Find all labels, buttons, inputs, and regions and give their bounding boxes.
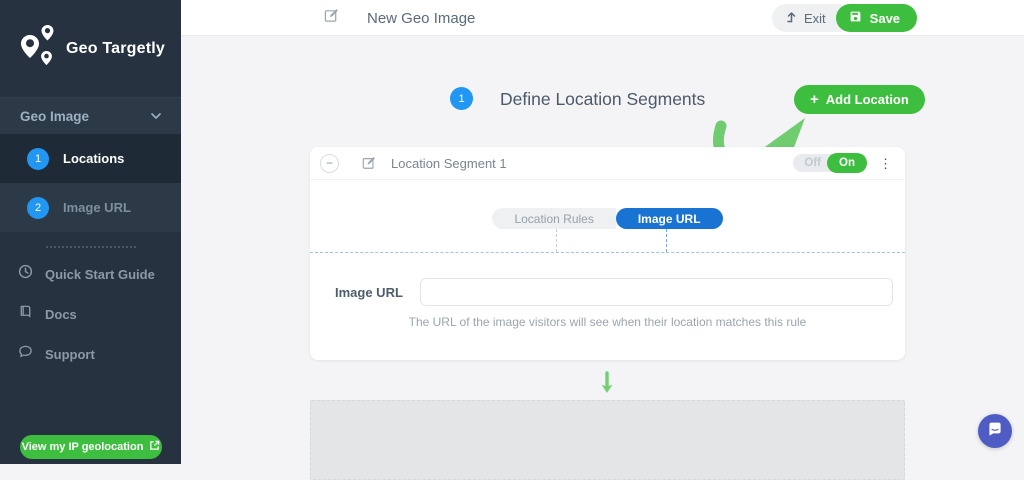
clock-icon (18, 264, 33, 284)
top-header: New Geo Image Exit Save (181, 0, 1024, 36)
sidebar-item-locations[interactable]: 1 Locations (0, 134, 181, 183)
chevron-down-icon (151, 107, 161, 125)
save-floppy-icon (849, 10, 862, 26)
sidebar-item-quick-start-guide[interactable]: Quick Start Guide (0, 254, 181, 294)
book-icon (18, 304, 33, 324)
sidebar-item-label: Locations (63, 151, 125, 166)
exit-button[interactable]: Exit (772, 4, 842, 32)
sidebar-item-image-url[interactable]: 2 Image URL (0, 183, 181, 232)
section-heading: Define Location Segments (500, 89, 706, 109)
edit-segment-icon[interactable] (362, 156, 376, 170)
toggle-on-option[interactable]: On (827, 153, 867, 173)
sidebar-item-label: Docs (45, 306, 77, 322)
segment-on-off-toggle: Off On (793, 153, 867, 173)
save-button[interactable]: Save (835, 4, 918, 32)
edit-title-icon[interactable] (324, 8, 339, 28)
sidebar-item-docs[interactable]: Docs (0, 294, 181, 334)
plus-icon: + (810, 91, 819, 108)
view-ip-geolocation-button[interactable]: View my IP geolocation (20, 435, 162, 459)
tab-connector-line (556, 229, 557, 252)
segment-title: Location Segment 1 (391, 155, 507, 171)
ip-button-label: View my IP geolocation (21, 441, 144, 453)
external-link-icon (149, 440, 160, 454)
page-title: New Geo Image (367, 9, 476, 27)
add-location-button[interactable]: + Add Location (794, 85, 925, 114)
collapse-segment-button[interactable]: − (320, 153, 339, 173)
exit-button-label: Exit (804, 10, 826, 26)
sidebar-item-label: Support (45, 346, 95, 362)
segment-card-header: − Location Segment 1 Off On ⋮ (310, 147, 905, 180)
main-area: New Geo Image Exit Save 1 Define Locatio… (181, 0, 1024, 480)
chat-bubble-icon (18, 344, 33, 364)
geo-pins-icon (18, 23, 58, 74)
tab-connector-line (666, 229, 667, 252)
tab-image-url[interactable]: Image URL (615, 208, 723, 229)
next-section-placeholder (310, 400, 905, 480)
intercom-chat-icon (987, 421, 1003, 442)
sidebar-section-label: Geo Image (20, 108, 90, 124)
save-button-label: Save (869, 10, 901, 26)
kebab-menu-icon[interactable]: ⋮ (876, 157, 895, 170)
chat-widget-button[interactable] (978, 414, 1012, 448)
location-segment-card: − Location Segment 1 Off On ⋮ Location R… (310, 147, 905, 360)
image-url-input[interactable] (420, 278, 893, 306)
sidebar-item-label: Quick Start Guide (45, 266, 155, 282)
image-url-label: Image URL (335, 284, 403, 300)
flow-down-arrow-icon (599, 371, 615, 400)
exit-icon (786, 11, 797, 26)
sidebar: Geo Targetly Geo Image 1 Locations 2 Ima… (0, 0, 181, 464)
add-location-label: Add Location (825, 92, 909, 107)
sidebar-item-label: Image URL (63, 200, 131, 215)
step-number-badge: 1 (27, 147, 49, 170)
step-number-badge: 2 (27, 196, 49, 219)
tab-panel-divider (310, 252, 905, 253)
brand-name: Geo Targetly (66, 39, 166, 57)
sidebar-section-geo-image[interactable]: Geo Image (0, 97, 181, 134)
segment-tabs: Location Rules Image URL (310, 208, 905, 229)
image-url-helper-text: The URL of the image visitors will see w… (408, 315, 807, 329)
sidebar-item-support[interactable]: Support (0, 334, 181, 374)
image-url-field-row: Image URL (310, 278, 905, 306)
step-1-badge: 1 (450, 87, 473, 110)
brand-logo[interactable]: Geo Targetly (0, 0, 181, 97)
tab-location-rules[interactable]: Location Rules (492, 208, 616, 229)
sidebar-divider (45, 246, 136, 248)
